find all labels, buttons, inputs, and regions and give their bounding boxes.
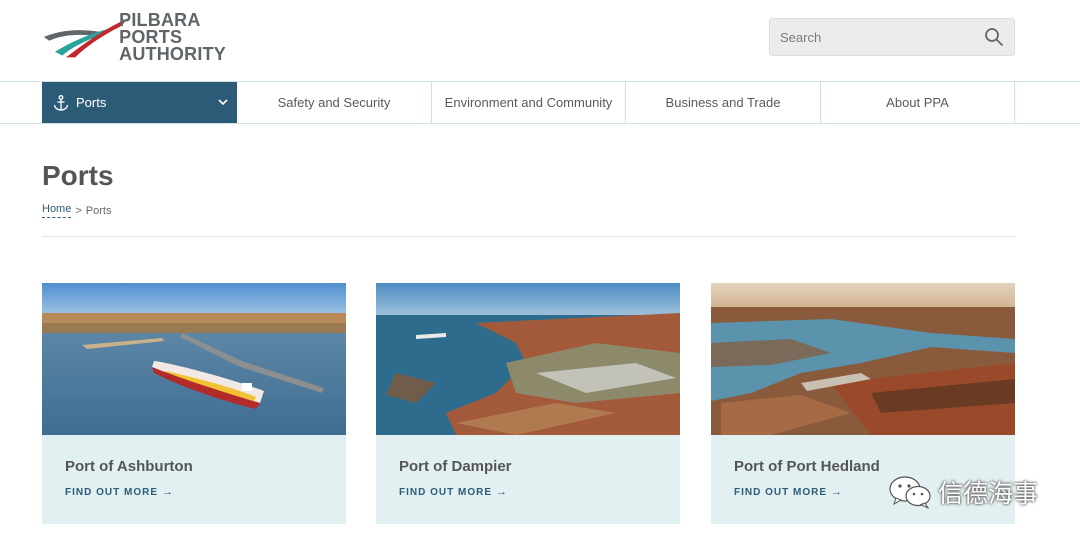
site-logo[interactable]: PILBARA PORTS AUTHORITY — [42, 10, 257, 64]
anchor-icon — [53, 94, 69, 111]
search-box — [769, 18, 1015, 56]
nav-item-label: Environment and Community — [444, 95, 613, 110]
search-input[interactable] — [770, 19, 970, 55]
port-card-title: Port of Ashburton — [65, 458, 193, 475]
port-card-title: Port of Port Hedland — [734, 458, 880, 475]
wechat-icon — [889, 476, 931, 509]
logo-wordmark: PILBARA PORTS AUTHORITY — [119, 10, 257, 64]
port-ashburton-photo — [42, 283, 346, 435]
find-out-more-link[interactable]: FIND OUT MORE → — [399, 486, 508, 498]
find-out-more-link[interactable]: FIND OUT MORE → — [65, 486, 174, 498]
nav-item-label: Safety and Security — [277, 95, 391, 110]
nav-item-label: Ports — [76, 95, 107, 110]
wechat-watermark: 信德海事 — [888, 474, 1038, 510]
logo-swoosh-icon — [43, 18, 128, 58]
logo-line-1: PILBARA PORTS — [119, 10, 200, 47]
arrow-right-icon: → — [162, 486, 174, 498]
port-card-title: Port of Dampier — [399, 458, 512, 475]
find-out-more-label: FIND OUT MORE — [399, 486, 492, 498]
breadcrumb-home-link[interactable]: Home — [42, 203, 72, 218]
find-out-more-label: FIND OUT MORE — [65, 486, 158, 498]
breadcrumb-current: Ports — [85, 204, 112, 217]
nav-item-about-ppa[interactable]: About PPA — [821, 82, 1015, 123]
page-title: Ports — [42, 160, 114, 191]
port-card-dampier[interactable]: Port of Dampier FIND OUT MORE → — [376, 283, 680, 524]
port-card-ashburton[interactable]: Port of Ashburton FIND OUT MORE → — [42, 283, 346, 524]
nav-item-business-trade[interactable]: Business and Trade — [626, 82, 821, 123]
nav-item-safety-security[interactable]: Safety and Security — [237, 82, 432, 123]
nav-item-label: Business and Trade — [665, 95, 781, 110]
find-out-more-link[interactable]: FIND OUT MORE → — [734, 486, 843, 498]
breadcrumb-separator: > — [75, 204, 82, 217]
arrow-right-icon: → — [496, 486, 508, 498]
site-header: PILBARA PORTS AUTHORITY — [0, 0, 1080, 82]
logo-line-2: AUTHORITY — [119, 44, 226, 64]
title-divider — [42, 236, 1015, 237]
nav-item-label: About PPA — [886, 95, 949, 110]
search-icon[interactable] — [984, 27, 1004, 47]
arrow-right-icon: → — [831, 486, 843, 498]
find-out-more-label: FIND OUT MORE — [734, 486, 827, 498]
chevron-down-icon[interactable] — [217, 96, 229, 108]
nav-item-ports[interactable]: Ports — [42, 82, 237, 123]
nav-item-environment-community[interactable]: Environment and Community — [432, 82, 626, 123]
watermark-text: 信德海事 — [938, 479, 1039, 508]
main-nav: Ports Safety and Security Environment an… — [0, 82, 1080, 124]
port-dampier-photo — [376, 283, 680, 435]
port-hedland-photo — [711, 283, 1015, 435]
breadcrumb: Home > Ports — [42, 203, 111, 218]
